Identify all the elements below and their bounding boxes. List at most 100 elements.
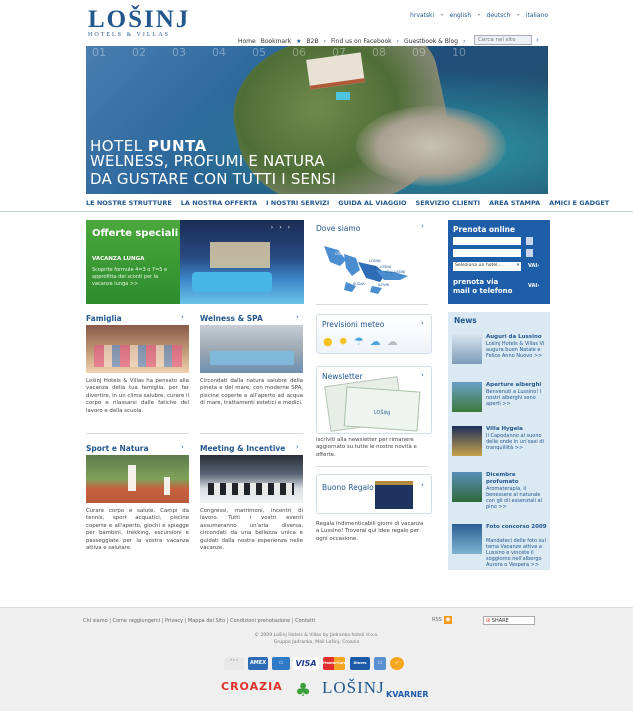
booking-title: Prenota online [453,225,516,234]
hero-banner[interactable]: 01 02 03 04 05 06 07 08 09 10 HOTEL PUNT… [86,46,548,194]
envelope-logo: LOŠINJ [373,409,391,417]
slide-number[interactable]: 05 [252,46,266,59]
meteo-widget[interactable]: Previsioni meteo › ● ✹ ☂ ☁ ☁ [316,314,432,354]
calendar-icon[interactable] [526,249,533,257]
slide-number[interactable]: 02 [132,46,146,59]
slide-number[interactable]: 06 [292,46,306,59]
losinj-logo[interactable]: LOŠINJ [322,678,384,700]
slide-number[interactable]: 09 [412,46,426,59]
photo-player [128,465,136,491]
mainnav-offerta[interactable]: LA NOSTRA OFFERTA [181,199,257,207]
section-title-sport[interactable]: Sport e Natura [86,444,149,453]
mainnav-guida[interactable]: GUIDA AL VIAGGIO [338,199,406,207]
news-item[interactable]: Dicembre profumato Aromaterapia, il bene… [452,472,548,510]
news-thumb [452,524,482,554]
sun-icon: ● [323,335,333,348]
welness-image[interactable] [200,325,303,373]
kvarner-logo[interactable]: KVARNER [386,680,436,702]
offerte-banner[interactable]: Offerte speciali VACANZA LUNGA Scoprite … [86,220,304,304]
footer-links[interactable]: Chi siamo | Come raggiungerci | Privacy … [83,618,315,624]
arrow-icon[interactable]: › [296,443,299,451]
site-logo[interactable]: LOŠINJ HOTELS & VILLAS [88,7,190,38]
arrow-icon[interactable]: › [421,222,424,230]
news-item-desc: Il Capodanno al suono delle onde in un'o… [486,433,544,451]
search-go-icon[interactable]: › [536,36,539,44]
search-input[interactable] [474,35,532,45]
news-item[interactable]: Foto concorso 2009 Mandateci delle foto … [452,524,548,570]
news-item-desc: Aromaterapia, il benessere al naturale c… [486,486,542,510]
section-title-famiglia[interactable]: Famiglia [86,314,122,323]
dove-siamo-title[interactable]: Dove siamo [316,224,360,233]
mainnav-servizio-clienti[interactable]: SERVIZIO CLIENTI [416,199,481,207]
topnav-home[interactable]: Home [238,38,256,45]
amex-logo: AMEX [248,657,268,670]
news-item[interactable]: Villa Hygeia Il Capodanno al suono delle… [452,426,548,460]
arrow-icon: › [396,38,399,45]
rss-link[interactable]: RSS ◉ [432,616,452,624]
arrow-icon[interactable]: › [296,313,299,321]
hero-rocks [356,106,506,186]
slide-number[interactable]: 03 [172,46,186,59]
hotel-select[interactable]: Seleziona un hotel... ▾ [453,262,521,271]
mainnav-strutture[interactable]: LE NOSTRE STRUTTURE [86,199,172,207]
lang-deutsch[interactable]: deutsch [487,12,511,19]
mainnav-servizi[interactable]: I NOSTRI SERVIZI [266,199,329,207]
card-icon: ▭ [272,657,290,670]
arrow-icon[interactable]: › [181,313,184,321]
lang-hrvatski[interactable]: hrvatski [410,12,434,19]
news-thumb [452,382,482,412]
meeting-image[interactable] [200,455,303,503]
news-item[interactable]: Aperture alberghi Benvenuti a Lussino! I… [452,382,548,416]
news-item[interactable]: Auguri da Lussino Lošinj Hotels & Villas… [452,334,548,368]
offerte-arrows[interactable]: ››› [271,224,296,231]
checkin-date-field[interactable] [453,237,521,245]
arrow-icon: ★ [296,38,302,45]
photo-chairs [208,483,294,495]
section-title-welness[interactable]: Welness & SPA [200,314,263,323]
sport-image[interactable] [86,455,189,503]
lang-italiano[interactable]: italiano [526,12,548,19]
famiglia-text: Lošinj Hotels & Villas ha pensato alla v… [86,378,189,414]
topnav-b2b[interactable]: B2B [307,38,319,45]
map-label: ILOVIK [378,283,390,287]
mainnav-amici[interactable]: AMICI E GADGET [549,199,609,207]
slide-number[interactable]: 04 [212,46,226,59]
offerte-subtitle: VACANZA LUNGA [92,256,145,262]
calendar-icon[interactable] [526,237,533,245]
checkout-date-field[interactable] [453,249,521,257]
arrow-icon: › [463,38,466,45]
rss-icon: ◉ [443,616,452,624]
slide-number[interactable]: 01 [92,46,106,59]
photo-house [210,242,270,268]
booking-go-button[interactable]: VAI› [528,263,539,269]
diners-logo: Diners [350,657,370,670]
newsletter-title: Newsletter [322,372,363,381]
buono-widget[interactable]: Buono Regalo › [316,474,432,514]
booking-alt-title[interactable]: prenota via mail o telefono [453,278,513,296]
slide-number[interactable]: 10 [452,46,466,59]
topnav-facebook[interactable]: Find us on Facebook [331,38,392,45]
offerte-desc: Scoprite formule 4=3 o 7=5 e approfitta … [92,267,168,287]
buono-title: Buono Regalo [322,483,374,492]
location-map[interactable]: ČRES LOŠINJ MALI LOŠINJ VELI LOŠINJ SUSA… [316,236,428,300]
photo-people [94,345,182,367]
divider [86,433,189,434]
topnav-guestbook[interactable]: Guestbook & Blog [404,38,458,45]
booking-alt-go[interactable]: VAI› [528,283,539,289]
arrow-icon[interactable]: › [181,443,184,451]
share-button[interactable]: ⊞ SHARE [483,616,535,625]
newsletter-widget[interactable]: Newsletter › LOŠINJ [316,366,432,434]
croazia-logo[interactable]: CROAZIA [221,680,282,702]
newsletter-text: Iscriviti alla newsletter per rimanere a… [316,437,417,458]
topnav-bookmark[interactable]: Bookmark [261,38,291,45]
rain-icon: ☂ [353,335,364,348]
mainnav-stampa[interactable]: AREA STAMPA [489,199,540,207]
famiglia-image[interactable] [86,325,189,373]
lang-english[interactable]: english [450,12,472,19]
slide-number[interactable]: 08 [372,46,386,59]
nav-divider [0,211,633,212]
gift-box-icon [375,481,413,509]
slide-number[interactable]: 07 [332,46,346,59]
cloud-icon: ☁ [386,335,398,348]
section-title-meeting[interactable]: Meeting & Incentive [200,444,285,453]
